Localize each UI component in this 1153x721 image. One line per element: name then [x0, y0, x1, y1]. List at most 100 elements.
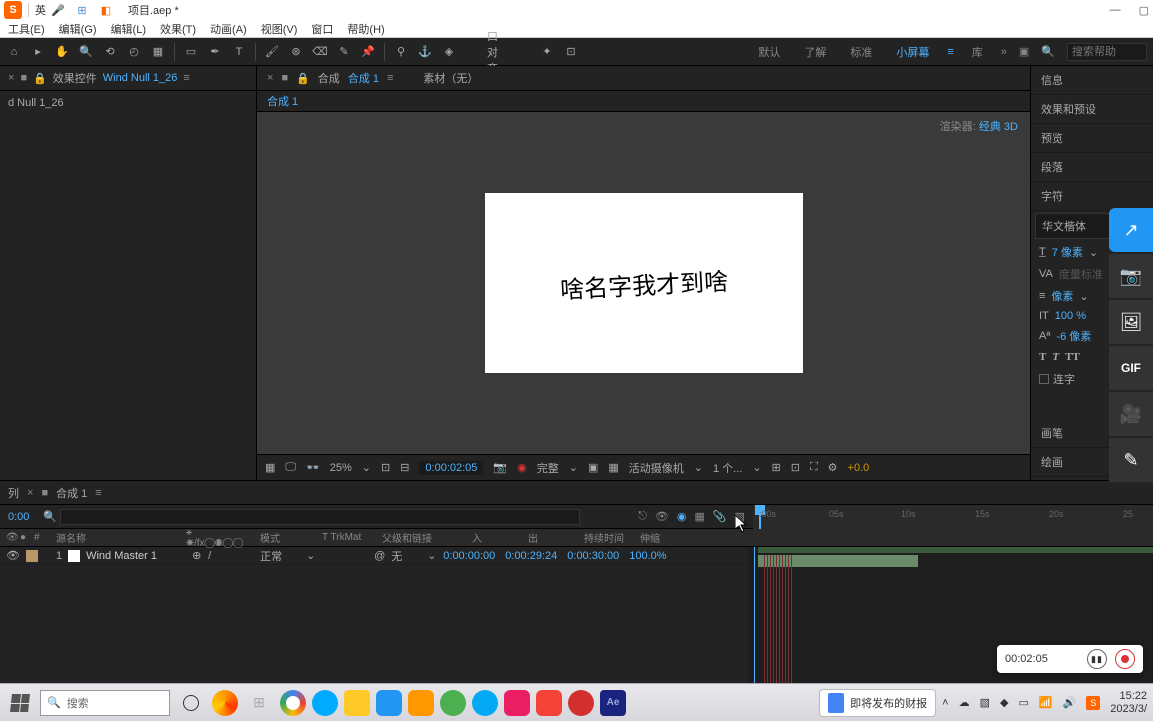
eraser-tool-icon[interactable]: ⌫: [312, 44, 328, 60]
chevron-down-icon[interactable]: ⌄: [1089, 246, 1098, 259]
layer-switch2-icon[interactable]: /: [208, 550, 254, 562]
zoom-value[interactable]: 25%: [330, 462, 352, 474]
hand-tool-icon[interactable]: ✋: [54, 44, 70, 60]
clone-tool-icon[interactable]: ⊛: [288, 44, 304, 60]
mask-vis-icon[interactable]: 👓: [306, 461, 320, 474]
news-widget[interactable]: 即将发布的财报: [819, 689, 936, 717]
tl-graph-icon[interactable]: 📎: [713, 510, 727, 523]
info-panel-header[interactable]: 信息: [1031, 66, 1153, 95]
scale-h-value[interactable]: 100 %: [1055, 310, 1086, 322]
window-min-icon[interactable]: —: [1110, 4, 1121, 17]
timeline-layer-row[interactable]: 👁 1 Wind Master 1 ⊕ / 正常 ⌄ @ 无 ⌄ 0:00:00…: [0, 547, 748, 565]
view-opt1-icon[interactable]: ⊞: [772, 461, 781, 474]
workspace-more-icon[interactable]: »: [1001, 46, 1007, 58]
footage-tab[interactable]: 素材（无）: [423, 70, 478, 86]
view-count[interactable]: 1 个...: [713, 460, 742, 476]
menu-item[interactable]: 窗口: [311, 21, 333, 37]
selection-tool-icon[interactable]: ▸: [30, 44, 46, 60]
bold-button[interactable]: T: [1039, 351, 1046, 363]
edge-icon[interactable]: [280, 690, 306, 716]
record-stop-button[interactable]: [1115, 649, 1135, 669]
exposure-value[interactable]: +0.0: [848, 462, 870, 474]
roi-icon[interactable]: ▣: [588, 461, 598, 474]
view-opt2-icon[interactable]: ⊡: [791, 461, 800, 474]
panel-lock-icon[interactable]: 🔒: [33, 72, 47, 85]
start-button[interactable]: [6, 689, 34, 717]
layer-keyframes[interactable]: [764, 555, 794, 703]
app-icon-1[interactable]: [376, 690, 402, 716]
layer-mode[interactable]: 正常: [260, 548, 300, 564]
layer-color-swatch[interactable]: [26, 550, 38, 562]
tray-onedrive-icon[interactable]: ☁: [959, 696, 970, 709]
timeline-tab-comp[interactable]: 合成 1: [56, 485, 87, 501]
tray-volume-icon[interactable]: 🔊: [1063, 696, 1077, 709]
zoom-chevron-icon[interactable]: ⌄: [362, 461, 371, 474]
edit-button-icon[interactable]: ✎: [1109, 438, 1153, 482]
timeline-track-area[interactable]: [748, 547, 1153, 703]
layer-name[interactable]: Wind Master 1: [86, 550, 186, 562]
playhead-line[interactable]: [754, 547, 755, 703]
allcaps-button[interactable]: TT: [1065, 351, 1080, 363]
display-icon[interactable]: 🖵: [285, 461, 296, 474]
layer-in[interactable]: 0:00:00:00: [443, 550, 499, 562]
view-chevron-icon[interactable]: ⌄: [752, 461, 761, 474]
tray-up-icon[interactable]: ˄: [942, 697, 948, 709]
parent-pickwhip-icon[interactable]: @: [374, 550, 385, 562]
tray-ime-icon[interactable]: S: [1086, 696, 1100, 710]
workspace-menubars-icon[interactable]: ≡: [947, 46, 953, 58]
app-icon-3[interactable]: [472, 690, 498, 716]
image-button-icon[interactable]: 🖼: [1109, 300, 1153, 344]
composition-viewer[interactable]: 渲染器: 经典 3D 啥名字我才到啥: [257, 112, 1030, 454]
layer-stretch[interactable]: 100.0%: [629, 550, 673, 562]
brush-tool-icon[interactable]: 🖌: [264, 44, 280, 60]
comp-tab-lock-icon[interactable]: 🔒: [296, 72, 310, 85]
baseline-value[interactable]: -6 像素: [1056, 328, 1091, 344]
transparency-icon[interactable]: ▦: [608, 461, 618, 474]
ime-grid-icon[interactable]: ⊞: [74, 2, 90, 18]
home-tool-icon[interactable]: ⌂: [6, 44, 22, 60]
tl-opt1-icon[interactable]: ⎋: [638, 510, 647, 523]
dell-icon[interactable]: [312, 690, 338, 716]
workspace-learn[interactable]: 了解: [798, 44, 832, 60]
menu-item[interactable]: 编辑(G): [59, 21, 97, 37]
res-chevron-icon[interactable]: ⌄: [569, 461, 578, 474]
ime-lang[interactable]: 英: [35, 2, 46, 18]
netease-icon[interactable]: [568, 690, 594, 716]
firefox-icon[interactable]: [212, 690, 238, 716]
menu-item[interactable]: 编辑(L): [111, 21, 146, 37]
after-effects-icon[interactable]: Ae: [600, 690, 626, 716]
comp-tab-close-icon[interactable]: ×: [267, 72, 273, 84]
app-icon-4[interactable]: [504, 690, 530, 716]
layer-visible-icon[interactable]: 👁: [6, 549, 20, 562]
comp-tab-menu-icon[interactable]: ≡: [387, 72, 393, 84]
res-half-icon[interactable]: ⊟: [400, 461, 409, 474]
grid-icon[interactable]: ▦: [265, 461, 275, 474]
col-av-icon[interactable]: 👁: [0, 532, 14, 543]
share-button-icon[interactable]: ↗: [1109, 208, 1153, 252]
cam-chevron-icon[interactable]: ⌄: [694, 461, 703, 474]
comp-tab-name[interactable]: 合成 1: [348, 70, 379, 86]
menu-item[interactable]: 工具(E): [8, 21, 45, 37]
anchor-tool-icon[interactable]: ⚓: [417, 44, 433, 60]
comp-breadcrumb[interactable]: 合成 1: [267, 96, 298, 108]
pen-tool-icon[interactable]: ✒: [207, 44, 223, 60]
tray-app1-icon[interactable]: ▧: [980, 696, 990, 709]
canvas[interactable]: 啥名字我才到啥: [485, 193, 803, 373]
camera-tool-icon[interactable]: ▦: [150, 44, 166, 60]
current-timecode[interactable]: 0:00:02:05: [419, 461, 483, 475]
orbit-tool-icon[interactable]: ⟲: [102, 44, 118, 60]
shape-tool-icon[interactable]: ▭: [183, 44, 199, 60]
tray-app2-icon[interactable]: ◆: [1000, 696, 1008, 709]
explorer-icon[interactable]: [344, 690, 370, 716]
tl-draft3d-icon[interactable]: ▧: [735, 510, 745, 523]
col-lock-icon[interactable]: ●: [14, 532, 28, 543]
timeline-search-input[interactable]: [60, 509, 580, 525]
window-max-icon[interactable]: ▢: [1139, 4, 1149, 17]
menu-item[interactable]: 视图(V): [261, 21, 298, 37]
ime-speech-icon[interactable]: 🎤: [50, 2, 66, 18]
chevron-down-icon[interactable]: ⌄: [1079, 290, 1088, 303]
gif-button-icon[interactable]: GIF: [1109, 346, 1153, 390]
preview-panel-header[interactable]: 预览: [1031, 124, 1153, 153]
font-size-value[interactable]: 7 像素: [1052, 244, 1083, 260]
roto-tool-icon[interactable]: ✎: [336, 44, 352, 60]
